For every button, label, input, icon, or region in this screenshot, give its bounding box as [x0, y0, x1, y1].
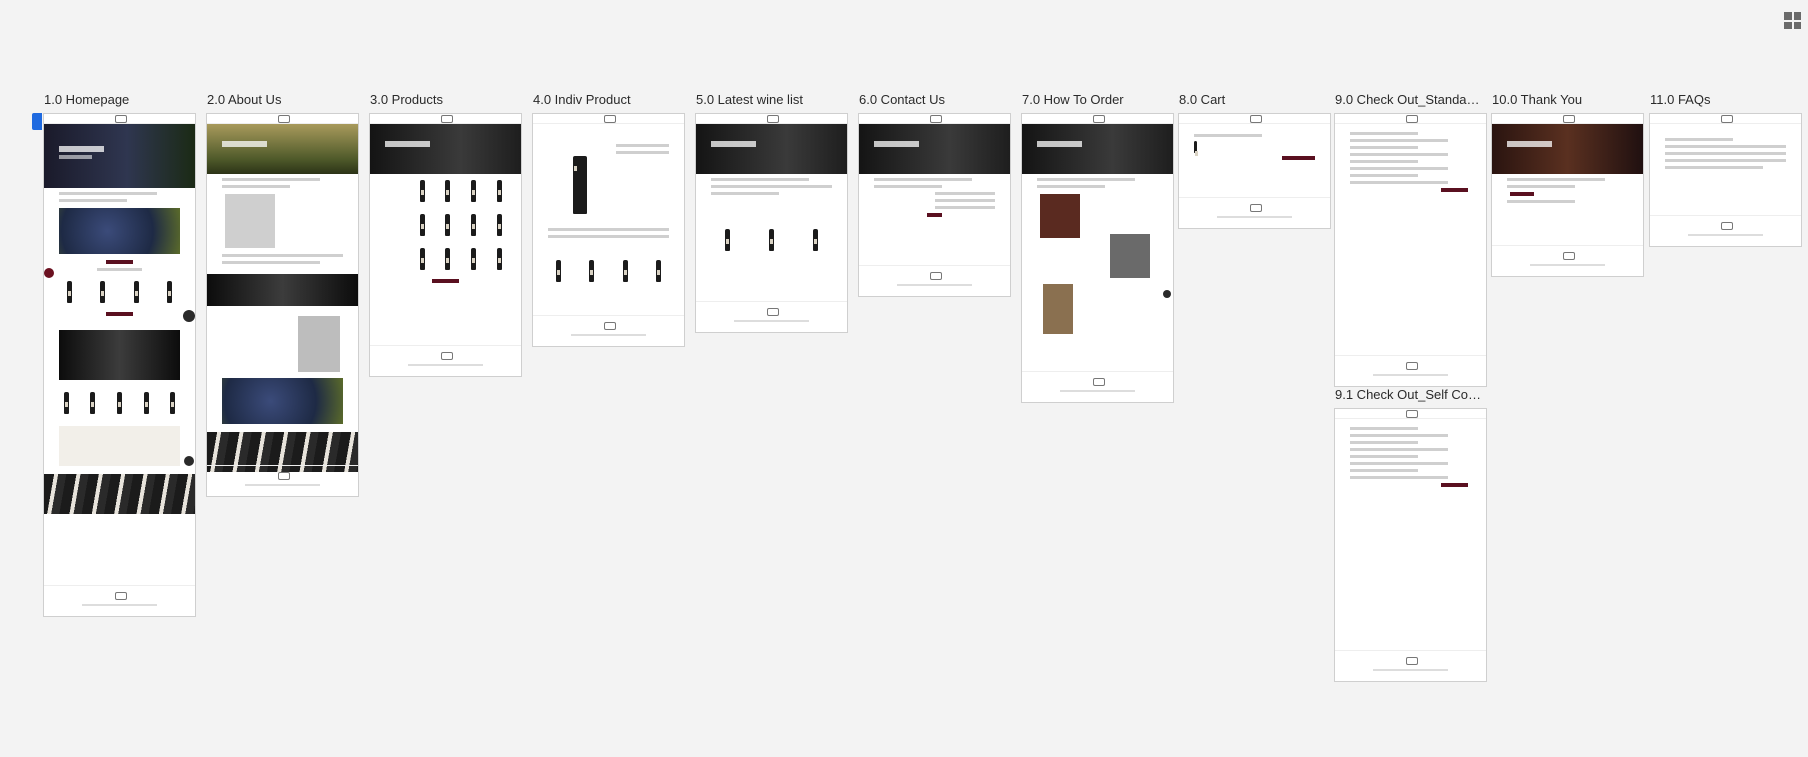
decor-blob [184, 456, 194, 466]
artboard-title-howto[interactable]: 7.0 How To Order [1022, 92, 1172, 107]
best-wines-row [44, 275, 195, 309]
artboard-title-contact[interactable]: 6.0 Contact Us [859, 92, 1009, 107]
artboard-title-latest[interactable]: 5.0 Latest wine list [696, 92, 846, 107]
artboard-checkout-std[interactable] [1334, 113, 1487, 387]
artboard-howto[interactable] [1021, 113, 1174, 403]
artboard-title-homepage[interactable]: 1.0 Homepage [44, 92, 194, 107]
artboard-title-checkout-self[interactable]: 9.1 Check Out_Self Collec... [1335, 387, 1483, 402]
artboard-contact[interactable] [858, 113, 1011, 297]
artboard-thankyou[interactable] [1491, 113, 1644, 277]
artboard-homepage[interactable] [43, 113, 196, 617]
artboard-about[interactable] [206, 113, 359, 497]
artboard-title-indiv[interactable]: 4.0 Indiv Product [533, 92, 683, 107]
artboard-products[interactable] [369, 113, 522, 377]
artboard-title-faqs[interactable]: 11.0 FAQs [1650, 92, 1800, 107]
artboard-title-about[interactable]: 2.0 About Us [207, 92, 357, 107]
site-footer [44, 585, 195, 616]
help-section [59, 426, 180, 466]
decor-blob [183, 310, 195, 322]
artboard-cart[interactable] [1178, 113, 1331, 229]
artboard-faqs[interactable] [1649, 113, 1802, 247]
artboard-title-cart[interactable]: 8.0 Cart [1179, 92, 1309, 107]
grid-view-icon[interactable] [1784, 12, 1801, 29]
video-thumbnail [59, 208, 180, 254]
artboard-latest[interactable] [695, 113, 848, 333]
artboard-title-products[interactable]: 3.0 Products [370, 92, 520, 107]
artboard-checkout-self[interactable] [1334, 408, 1487, 682]
about-photo [225, 194, 276, 248]
artboard-indiv[interactable] [532, 113, 685, 347]
selection-marker [32, 113, 42, 130]
site-nav [44, 114, 195, 124]
decor-blob [44, 268, 54, 278]
founder-photo [297, 316, 340, 372]
artboard-title-thankyou[interactable]: 10.0 Thank You [1492, 92, 1642, 107]
category-grid [59, 330, 180, 380]
about-banner [207, 274, 358, 306]
about-video [222, 378, 343, 424]
latest-wine-row [44, 386, 195, 420]
hero-banner [44, 124, 195, 188]
artboard-title-checkout-std[interactable]: 9.0 Check Out_Standard ... [1335, 92, 1483, 107]
bottles-banner [44, 474, 195, 514]
